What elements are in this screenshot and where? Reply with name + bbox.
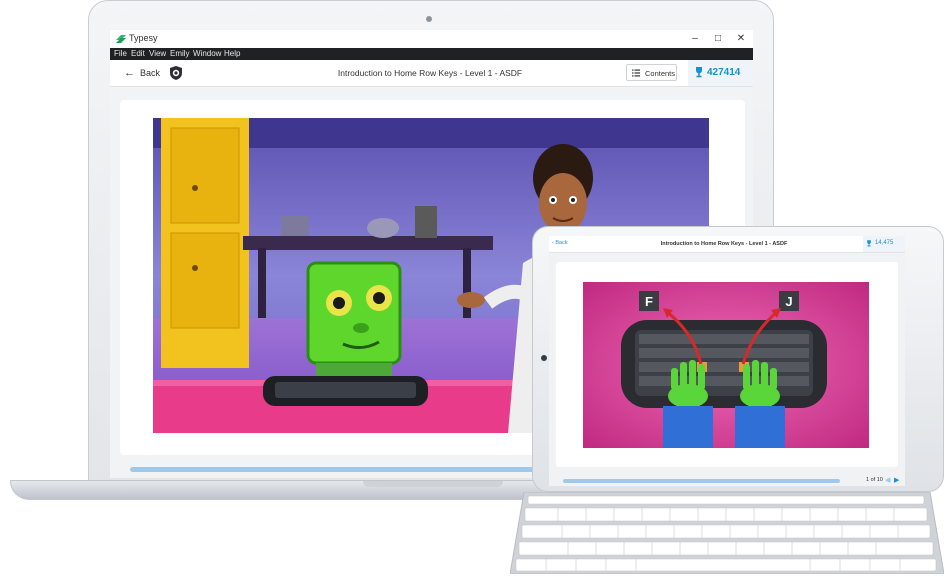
shield-badge-icon	[170, 66, 182, 80]
menu-window[interactable]: Window	[193, 49, 221, 58]
score-badge: 427414	[688, 60, 753, 86]
lesson-navbar: ← Back Introduction to Home Row Keys - Le…	[110, 60, 753, 87]
menu-help[interactable]: Help	[224, 49, 240, 58]
list-icon	[632, 69, 640, 77]
laptop-progress-bar[interactable]	[130, 467, 550, 472]
title-bar: Typesy – □ ✕	[110, 30, 753, 49]
maximize-icon[interactable]: □	[711, 32, 725, 46]
tablet-lesson-video[interactable]: F J	[583, 282, 869, 448]
contents-button[interactable]: Contents	[626, 64, 677, 81]
menu-emily[interactable]: Emily	[170, 49, 190, 58]
external-keyboard	[510, 492, 944, 574]
tablet-lesson-title: Introduction to Home Row Keys - Level 1 …	[660, 241, 788, 247]
tablet-back-label: Back	[555, 240, 568, 246]
lesson-title: Introduction to Home Row Keys - Level 1 …	[337, 68, 523, 78]
typesy-logo-icon	[116, 35, 126, 43]
minimize-icon[interactable]: –	[688, 32, 702, 46]
camera-icon	[426, 16, 432, 22]
menu-edit[interactable]: Edit	[131, 49, 145, 58]
arrow-left-icon: ←	[124, 67, 135, 79]
menu-bar: File Edit View Emily Window Help	[110, 48, 753, 60]
tablet-score-badge: 14,475	[863, 236, 905, 252]
key-j-label: J	[785, 294, 792, 309]
close-icon[interactable]: ✕	[734, 32, 748, 46]
trophy-icon	[867, 240, 871, 247]
page-indicator: 1 of 10	[866, 477, 883, 483]
menu-file[interactable]: File	[114, 49, 127, 58]
tablet-navbar: ‹ Back Introduction to Home Row Keys - L…	[549, 236, 905, 253]
score-value: 427414	[707, 67, 741, 78]
prev-page-icon[interactable]: ◀	[885, 476, 890, 484]
next-page-icon[interactable]: ▶	[894, 476, 899, 484]
trophy-icon	[696, 67, 702, 78]
tablet-score-value: 14,475	[875, 240, 894, 246]
tablet-screen: ‹ Back Introduction to Home Row Keys - L…	[549, 236, 905, 486]
contents-label: Contents	[645, 68, 676, 78]
laptop-notch	[363, 481, 503, 487]
back-label: Back	[140, 68, 161, 78]
tablet-camera-icon	[541, 355, 547, 361]
back-button[interactable]: ← Back	[124, 67, 160, 79]
key-f-label: F	[645, 294, 653, 309]
app-name: Typesy	[129, 33, 158, 43]
tablet-progress-bar[interactable]	[563, 479, 840, 483]
menu-view[interactable]: View	[149, 49, 166, 58]
tablet-back-button[interactable]: ‹ Back	[552, 240, 568, 246]
